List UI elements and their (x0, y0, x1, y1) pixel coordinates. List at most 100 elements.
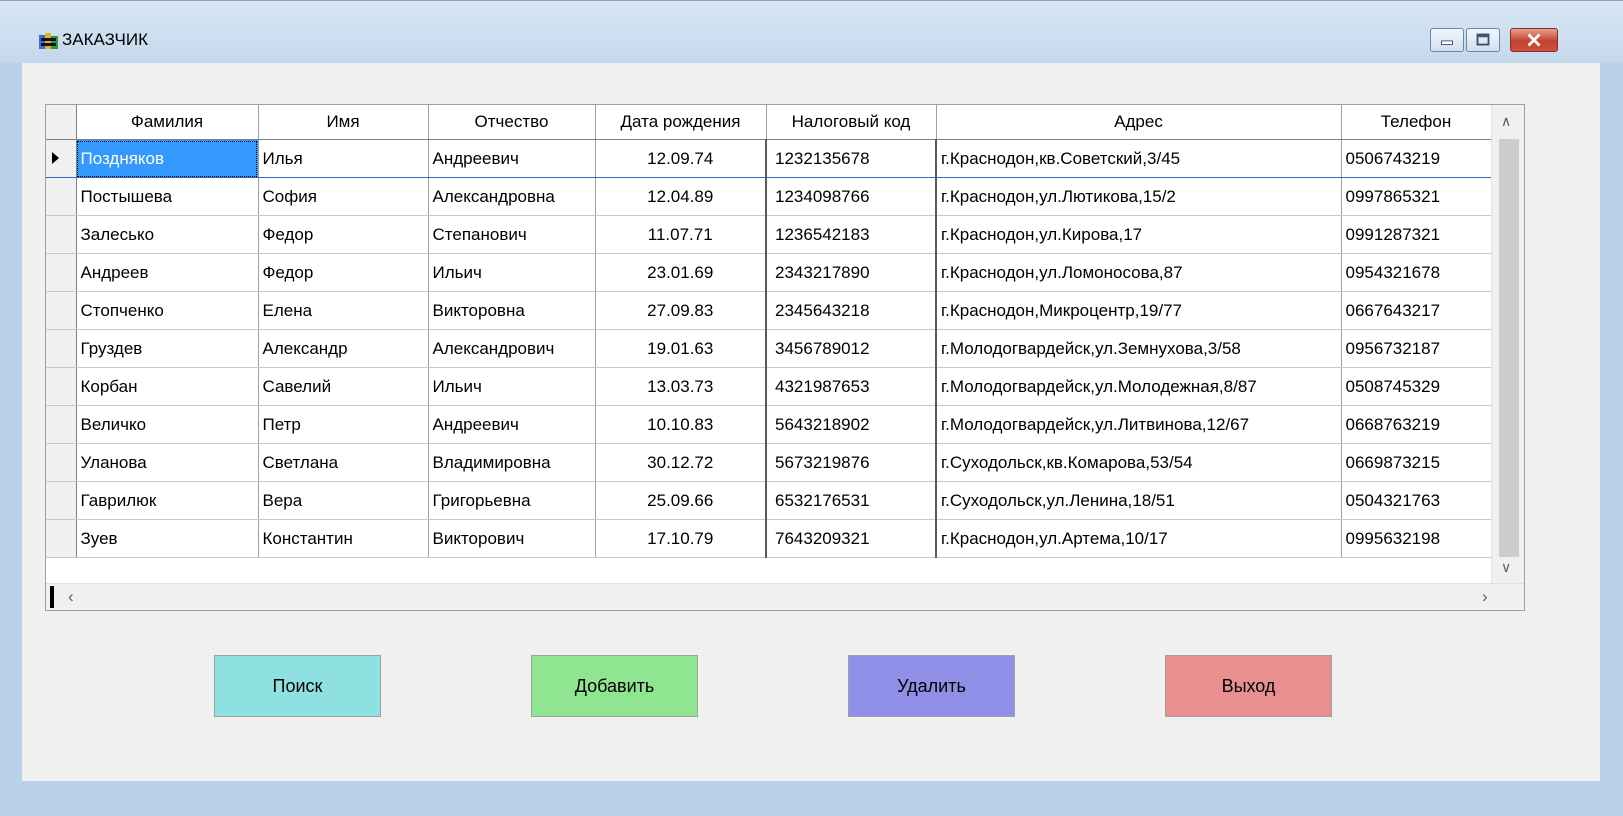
col-name-cell[interactable]: Петр (258, 405, 429, 444)
col-patronymic-cell[interactable]: Владимировна (428, 443, 596, 482)
table-row[interactable]: Постышева София Александровна 12.04.89 12340… (46, 177, 1492, 216)
table-row[interactable]: Стопченко Елена Викторовна 27.09.83 23456432… (46, 291, 1492, 330)
col-name-cell[interactable]: Федор (258, 215, 429, 254)
col-taxcode-header[interactable]: Налоговый код (766, 105, 937, 140)
col-surname-cell[interactable]: Уланова (76, 443, 259, 482)
row-indicator[interactable] (46, 405, 77, 444)
col-phone-cell[interactable]: 0667643217 (1341, 291, 1492, 330)
col-patronymic-cell[interactable]: Александровна (428, 177, 596, 216)
add-button[interactable]: Добавить (531, 655, 698, 717)
col-patronymic-header[interactable]: Отчество (428, 105, 596, 140)
col-taxcode-cell[interactable]: 2345643218 (765, 291, 937, 330)
col-surname-cell[interactable]: Постышева (76, 177, 259, 216)
scroll-left-icon[interactable]: ‹ (68, 587, 74, 607)
row-indicator[interactable] (46, 329, 77, 368)
table-row[interactable]: Корбан Савелий Ильич 13.03.73 4321987653 г.Мо… (46, 367, 1492, 406)
col-surname-header[interactable]: Фамилия (76, 105, 259, 140)
col-taxcode-cell[interactable]: 5643218902 (765, 405, 937, 444)
col-taxcode-cell[interactable]: 7643209321 (765, 519, 937, 558)
col-phone-cell[interactable]: 0954321678 (1341, 253, 1492, 292)
col-surname-cell[interactable]: Андреев (76, 253, 259, 292)
col-birthdate-cell[interactable]: 23.01.69 (595, 253, 767, 292)
col-address-cell[interactable]: г.Краснодон,кв.Советский,3/45 (936, 139, 1342, 178)
col-surname-cell[interactable]: Величко (76, 405, 259, 444)
vertical-scroll-thumb[interactable] (1499, 139, 1519, 557)
row-indicator[interactable] (46, 443, 77, 482)
col-surname-cell[interactable]: Корбан (76, 367, 259, 406)
col-taxcode-cell[interactable]: 4321987653 (765, 367, 937, 406)
row-indicator[interactable] (46, 367, 77, 406)
col-name-header[interactable]: Имя (258, 105, 429, 140)
col-phone-cell[interactable]: 0669873215 (1341, 443, 1492, 482)
col-birthdate-cell[interactable]: 12.04.89 (595, 177, 767, 216)
row-indicator[interactable] (46, 481, 77, 520)
horizontal-scroll-thumb[interactable] (50, 586, 54, 608)
col-taxcode-cell[interactable]: 2343217890 (765, 253, 937, 292)
col-birthdate-cell[interactable]: 30.12.72 (595, 443, 767, 482)
col-address-cell[interactable]: г.Краснодон,ул.Лютикова,15/2 (936, 177, 1342, 216)
col-address-header[interactable]: Адрес (936, 105, 1342, 140)
col-name-cell[interactable]: Светлана (258, 443, 429, 482)
scroll-right-icon[interactable]: › (1482, 587, 1488, 607)
vertical-scrollbar[interactable]: ∧ ∨ (1491, 105, 1524, 591)
col-phone-cell[interactable]: 0504321763 (1341, 481, 1492, 520)
col-taxcode-cell[interactable]: 1232135678 (765, 139, 937, 178)
table-row[interactable]: Андреев Федор Ильич 23.01.69 2343217890 г.Кра… (46, 253, 1492, 292)
col-phone-cell[interactable]: 0991287321 (1341, 215, 1492, 254)
col-name-cell[interactable]: Елена (258, 291, 429, 330)
col-address-cell[interactable]: г.Краснодон,ул.Ломоносова,87 (936, 253, 1342, 292)
col-address-cell[interactable]: г.Молодогвардейск,ул.Земнухова,3/58 (936, 329, 1342, 368)
col-phone-cell[interactable]: 0506743219 (1341, 139, 1492, 178)
row-indicator[interactable] (46, 291, 77, 330)
table-row[interactable]: Гаврилюк Вера Григорьевна 25.09.66 653217653… (46, 481, 1492, 520)
col-patronymic-cell[interactable]: Андреевич (428, 405, 596, 444)
col-taxcode-cell[interactable]: 6532176531 (765, 481, 937, 520)
scroll-up-icon[interactable]: ∧ (1501, 113, 1511, 130)
col-patronymic-cell[interactable]: Александрович (428, 329, 596, 368)
col-surname-cell[interactable]: Поздняков (76, 139, 259, 178)
col-address-cell[interactable]: г.Суходольск,кв.Комарова,53/54 (936, 443, 1342, 482)
col-name-cell[interactable]: Вера (258, 481, 429, 520)
col-birthdate-header[interactable]: Дата рождения (595, 105, 767, 140)
row-indicator[interactable] (46, 519, 77, 558)
col-address-cell[interactable]: г.Краснодон,ул.Артема,10/17 (936, 519, 1342, 558)
col-birthdate-cell[interactable]: 27.09.83 (595, 291, 767, 330)
minimize-button[interactable] (1430, 28, 1464, 52)
title-bar[interactable]: ЗАКАЗЧИК (0, 1, 1623, 63)
col-patronymic-cell[interactable]: Григорьевна (428, 481, 596, 520)
col-patronymic-cell[interactable]: Ильич (428, 367, 596, 406)
row-indicator[interactable] (46, 253, 77, 292)
col-phone-cell[interactable]: 0668763219 (1341, 405, 1492, 444)
col-birthdate-cell[interactable]: 17.10.79 (595, 519, 767, 558)
col-birthdate-cell[interactable]: 19.01.63 (595, 329, 767, 368)
col-name-cell[interactable]: Александр (258, 329, 429, 368)
maximize-button[interactable] (1466, 28, 1500, 52)
delete-button[interactable]: Удалить (848, 655, 1015, 717)
col-birthdate-cell[interactable]: 13.03.73 (595, 367, 767, 406)
col-surname-cell[interactable]: Груздев (76, 329, 259, 368)
col-birthdate-cell[interactable]: 10.10.83 (595, 405, 767, 444)
col-name-cell[interactable]: Константин (258, 519, 429, 558)
table-row[interactable]: Уланова Светлана Владимировна 30.12.72 56732… (46, 443, 1492, 482)
col-name-cell[interactable]: Илья (258, 139, 429, 178)
col-taxcode-cell[interactable]: 1236542183 (765, 215, 937, 254)
col-patronymic-cell[interactable]: Андреевич (428, 139, 596, 178)
col-phone-cell[interactable]: 0956732187 (1341, 329, 1492, 368)
table-row[interactable]: Залесько Федор Степанович 11.07.71 123654218… (46, 215, 1492, 254)
col-name-cell[interactable]: София (258, 177, 429, 216)
col-surname-cell[interactable]: Гаврилюк (76, 481, 259, 520)
col-phone-header[interactable]: Телефон (1341, 105, 1492, 140)
col-taxcode-cell[interactable]: 5673219876 (765, 443, 937, 482)
col-address-cell[interactable]: г.Краснодон,Микроцентр,19/77 (936, 291, 1342, 330)
col-patronymic-cell[interactable]: Викторович (428, 519, 596, 558)
col-birthdate-cell[interactable]: 25.09.66 (595, 481, 767, 520)
row-indicator[interactable] (46, 215, 77, 254)
table-row[interactable]: Зуев Константин Викторович 17.10.79 76432093… (46, 519, 1492, 558)
col-address-cell[interactable]: г.Молодогвардейск,ул.Молодежная,8/87 (936, 367, 1342, 406)
col-patronymic-cell[interactable]: Викторовна (428, 291, 596, 330)
col-patronymic-cell[interactable]: Ильич (428, 253, 596, 292)
search-button[interactable]: Поиск (214, 655, 381, 717)
col-name-cell[interactable]: Савелий (258, 367, 429, 406)
table-row[interactable]: Груздев Александр Александрович 19.01.63 345… (46, 329, 1492, 368)
col-surname-cell[interactable]: Зуев (76, 519, 259, 558)
